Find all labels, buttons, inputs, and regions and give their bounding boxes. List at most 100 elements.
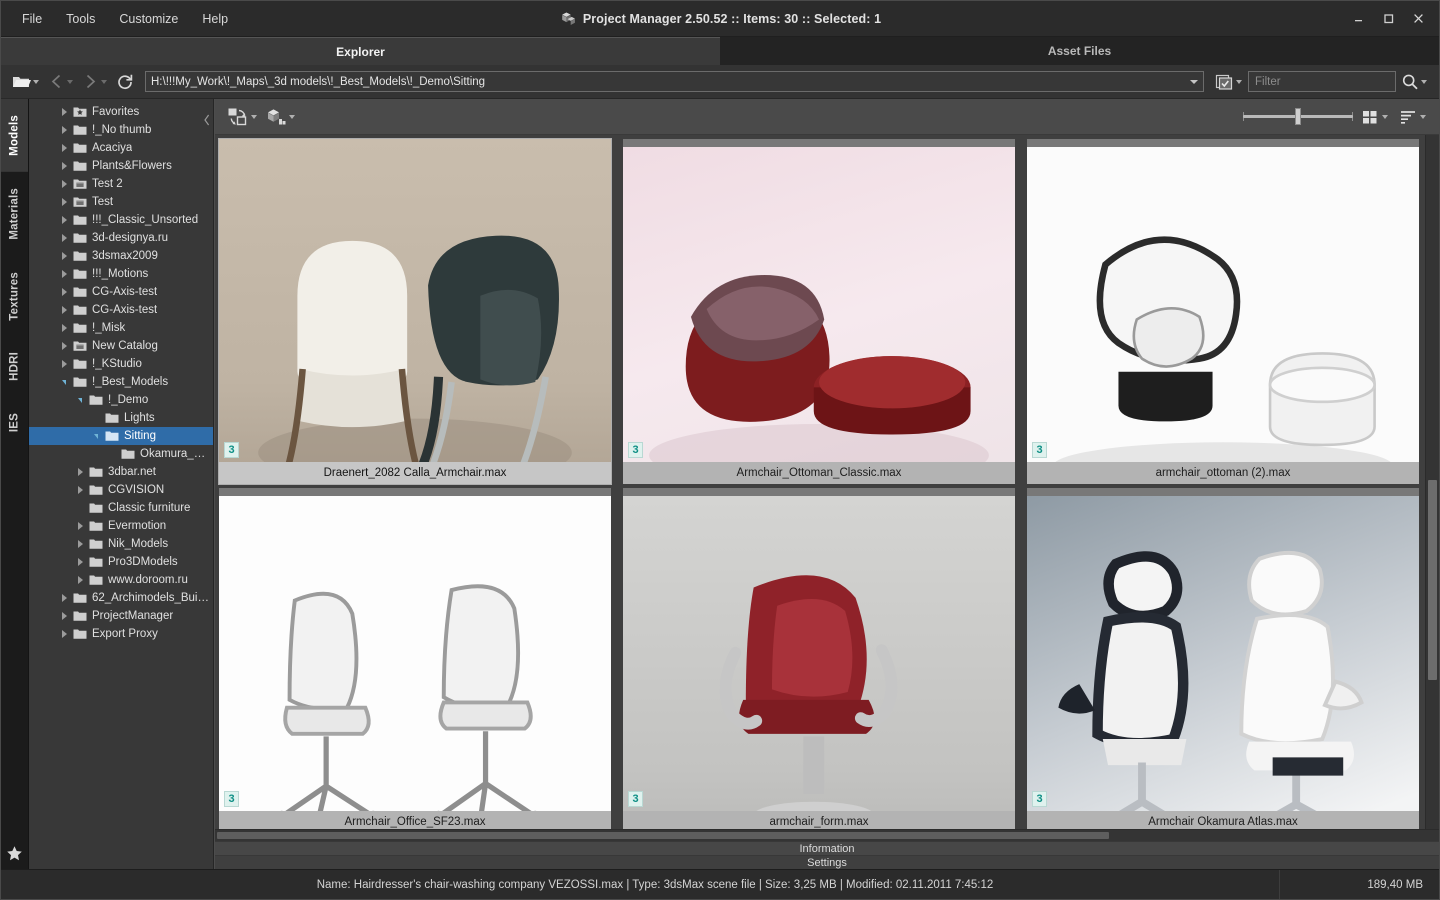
- tree-node[interactable]: !_Misk: [29, 319, 213, 337]
- thumbnail-cell[interactable]: 3 Draenert_2082 Calla_Armchair.max: [218, 138, 612, 485]
- tree-node[interactable]: Lights: [29, 409, 213, 427]
- tree-node[interactable]: !!!_Classic_Unsorted: [29, 211, 213, 229]
- tree-node[interactable]: CG-Axis-test: [29, 301, 213, 319]
- tree-expand-arrow-icon[interactable]: [73, 553, 87, 571]
- tree-node[interactable]: !_Demo: [29, 391, 213, 409]
- thumbnail-size-slider[interactable]: [1243, 107, 1353, 127]
- slider-thumb[interactable]: [1294, 108, 1301, 125]
- view-options-button[interactable]: [1212, 69, 1246, 95]
- tree-node[interactable]: Evermotion: [29, 517, 213, 535]
- tree-node[interactable]: !!!_Motions: [29, 265, 213, 283]
- tree-node[interactable]: 62_Archimodels_Building: [29, 589, 213, 607]
- thumbnail-hscrollbar-thumb[interactable]: [217, 832, 1109, 839]
- tab-explorer[interactable]: Explorer: [1, 37, 720, 65]
- folder-tree[interactable]: Favorites !_No thumb Acaciya Plants&Flowers…: [29, 99, 213, 869]
- path-dropdown-caret[interactable]: [1190, 79, 1198, 84]
- tree-node[interactable]: 3dsmax2009: [29, 247, 213, 265]
- tree-node[interactable]: ProjectManager: [29, 607, 213, 625]
- tree-expand-arrow-icon[interactable]: [57, 301, 71, 319]
- thumbnail-vertical-scrollbar[interactable]: [1425, 135, 1439, 829]
- filter-input[interactable]: Filter: [1248, 71, 1396, 92]
- menu-item-tools[interactable]: Tools: [55, 7, 106, 31]
- tree-expand-arrow-icon[interactable]: [57, 607, 71, 625]
- tree-node[interactable]: 3d-designya.ru: [29, 229, 213, 247]
- tree-node[interactable]: Test 2: [29, 175, 213, 193]
- tree-expand-arrow-icon[interactable]: [73, 535, 87, 553]
- tree-collapse-arrow-icon[interactable]: [89, 427, 103, 445]
- tree-node[interactable]: !_No thumb: [29, 121, 213, 139]
- thumbnail-cell[interactable]: 3 armchair_form.max: [623, 488, 1015, 829]
- tree-node[interactable]: Acaciya: [29, 139, 213, 157]
- tree-node[interactable]: Pro3DModels: [29, 553, 213, 571]
- tree-node[interactable]: Classic furniture: [29, 499, 213, 517]
- information-panel-bar[interactable]: Information: [215, 841, 1439, 855]
- menu-item-customize[interactable]: Customize: [108, 7, 189, 31]
- tree-expand-arrow-icon[interactable]: [57, 121, 71, 139]
- thumbnail-image[interactable]: [219, 488, 611, 811]
- tree-expand-arrow-icon[interactable]: [57, 103, 71, 121]
- refresh-thumbnails-button[interactable]: [225, 104, 260, 130]
- tree-node[interactable]: CGVISION: [29, 481, 213, 499]
- menu-item-file[interactable]: File: [11, 7, 53, 31]
- tree-expand-arrow-icon[interactable]: [57, 211, 71, 229]
- thumbnail-cell[interactable]: 3 Armchair_Office_SF23.max: [219, 488, 611, 829]
- view-options-dropdown-caret[interactable]: [1236, 79, 1242, 84]
- tab-asset-files[interactable]: Asset Files: [720, 37, 1439, 65]
- sort-button[interactable]: [1397, 104, 1429, 130]
- merge-object-button[interactable]: [263, 104, 298, 130]
- tree-node[interactable]: www.doroom.ru: [29, 571, 213, 589]
- close-button[interactable]: [1403, 5, 1433, 33]
- maximize-button[interactable]: [1373, 5, 1403, 33]
- tree-expand-arrow-icon[interactable]: [57, 229, 71, 247]
- grid-view-button[interactable]: [1359, 104, 1391, 130]
- thumbnail-grid[interactable]: 3 Draenert_2082 Calla_Armchair.max 3 Armcha…: [215, 135, 1425, 829]
- thumbnail-scrollbar-thumb[interactable]: [1428, 480, 1437, 680]
- minimize-button[interactable]: [1343, 5, 1373, 33]
- rail-tab-ies[interactable]: IES: [1, 397, 28, 448]
- tree-expand-arrow-icon[interactable]: [73, 481, 87, 499]
- open-folder-button[interactable]: [9, 69, 43, 95]
- rail-tab-models[interactable]: Models: [1, 99, 28, 172]
- thumbnail-image[interactable]: [623, 139, 1015, 462]
- tree-expand-arrow-icon[interactable]: [73, 571, 87, 589]
- tree-node[interactable]: Test: [29, 193, 213, 211]
- rail-tab-hdri[interactable]: HDRI: [1, 336, 28, 397]
- tree-expand-arrow-icon[interactable]: [57, 193, 71, 211]
- tree-expand-arrow-icon[interactable]: [57, 139, 71, 157]
- thumbnail-image[interactable]: [1027, 139, 1419, 462]
- favorites-button[interactable]: [1, 837, 28, 869]
- grid-view-dropdown-caret[interactable]: [1382, 114, 1388, 119]
- settings-panel-bar[interactable]: Settings: [215, 855, 1439, 869]
- tree-node[interactable]: New Catalog: [29, 337, 213, 355]
- tree-node[interactable]: Plants&Flowers: [29, 157, 213, 175]
- thumbnail-image[interactable]: [1027, 488, 1419, 811]
- tree-expand-arrow-icon[interactable]: [57, 175, 71, 193]
- sort-dropdown-caret[interactable]: [1420, 114, 1426, 119]
- thumbnail-horizontal-scrollbar[interactable]: [215, 829, 1439, 841]
- tree-expand-arrow-icon[interactable]: [57, 337, 71, 355]
- tree-expand-arrow-icon[interactable]: [57, 355, 71, 373]
- thumbnail-cell[interactable]: 3 Armchair_Ottoman_Classic.max: [623, 139, 1015, 484]
- refresh-button[interactable]: [113, 69, 137, 95]
- tree-expand-arrow-icon[interactable]: [57, 283, 71, 301]
- tree-node[interactable]: Export Proxy: [29, 625, 213, 643]
- thumbnail-image[interactable]: [623, 488, 1015, 811]
- tree-node[interactable]: 3dbar.net: [29, 463, 213, 481]
- thumbnail-cell[interactable]: 3 Armchair Okamura Atlas.max: [1027, 488, 1419, 829]
- tree-node[interactable]: !_Best_Models: [29, 373, 213, 391]
- tree-expand-arrow-icon[interactable]: [57, 265, 71, 283]
- rail-tab-textures[interactable]: Textures: [1, 256, 28, 337]
- tree-expand-arrow-icon[interactable]: [73, 463, 87, 481]
- merge-object-dropdown-caret[interactable]: [289, 114, 295, 119]
- tree-node[interactable]: CG-Axis-test: [29, 283, 213, 301]
- tree-node[interactable]: Okamura_Atlas: [29, 445, 213, 463]
- tree-expand-arrow-icon[interactable]: [73, 517, 87, 535]
- refresh-thumbnails-dropdown-caret[interactable]: [251, 114, 257, 119]
- search-button[interactable]: [1398, 69, 1431, 95]
- tree-collapse-arrow-icon[interactable]: [73, 391, 87, 409]
- path-input[interactable]: H:\!!!My_Work\!_Maps\_3d models\!_Best_M…: [145, 71, 1204, 92]
- back-dropdown-caret[interactable]: [67, 79, 73, 84]
- tree-node[interactable]: Favorites: [29, 103, 213, 121]
- tree-node[interactable]: Sitting: [29, 427, 213, 445]
- tree-expand-arrow-icon[interactable]: [57, 589, 71, 607]
